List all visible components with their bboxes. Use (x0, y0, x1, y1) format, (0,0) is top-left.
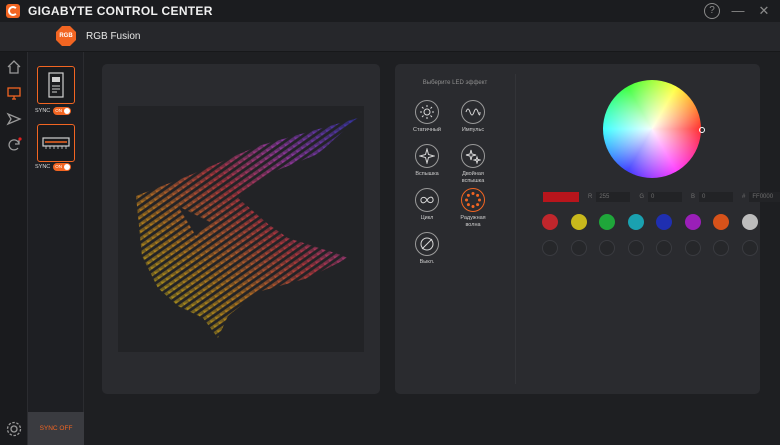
effect-double-flash[interactable]: Двойная вспышка (453, 144, 493, 184)
effects-title: Выберите LED эффект (422, 80, 488, 86)
device-list: SYNC ON SYNC ON (28, 52, 84, 445)
custom-color-slot[interactable] (599, 240, 615, 256)
effect-rainbow-wave[interactable]: Радужная волна (453, 188, 493, 228)
effect-flash[interactable]: Вспышка (407, 144, 447, 178)
preset-color-blue[interactable] (656, 214, 672, 230)
hex-input[interactable]: FF0000 (749, 192, 780, 202)
hex-label: # (742, 194, 746, 200)
minimize-button[interactable]: — (730, 3, 746, 19)
custom-color-slot[interactable] (542, 240, 558, 256)
app-title: GIGABYTE CONTROL CENTER (28, 4, 213, 18)
rainbow-wave-icon (461, 188, 485, 212)
g-input[interactable]: 0 (648, 192, 683, 202)
double-flash-icon (461, 144, 485, 168)
send-icon[interactable] (5, 110, 23, 128)
device-1-sync: SYNC ON (35, 107, 72, 115)
custom-color-slot[interactable] (656, 240, 672, 256)
gigabyte-logo-icon (6, 4, 20, 18)
motherboard-device[interactable] (37, 66, 75, 104)
cycle-icon (415, 188, 439, 212)
left-nav (0, 52, 28, 445)
sync-toggle[interactable]: ON (53, 163, 72, 171)
sync-toggle[interactable]: ON (53, 107, 72, 115)
effect-label: Цикл (420, 215, 434, 221)
current-color-swatch (543, 192, 579, 202)
ram-icon (42, 137, 70, 149)
flash-icon (415, 144, 439, 168)
custom-color-slot[interactable] (741, 240, 758, 256)
aorus-eagle-logo-icon (136, 118, 358, 338)
b-label: B (691, 194, 696, 200)
effect-static[interactable]: Статичный (407, 100, 447, 134)
color-wheel[interactable] (603, 80, 701, 178)
custom-color-slot[interactable] (570, 240, 587, 256)
effect-label: Вспышка (415, 171, 439, 177)
preset-color-green[interactable] (599, 214, 615, 230)
color-wheel-handle[interactable] (699, 127, 705, 133)
effect-cycle[interactable]: Цикл (407, 188, 447, 222)
device-2-sync: SYNC ON (35, 163, 72, 171)
title-bar: GIGABYTE CONTROL CENTER ? — ✕ (0, 0, 780, 22)
rgb-input-row: R 255 G 0 B 0 # FF0000 (543, 192, 780, 202)
preset-colors (542, 214, 758, 230)
preset-color-cyan[interactable] (627, 214, 644, 230)
preview-panel (102, 64, 380, 394)
preset-color-purple[interactable] (684, 214, 701, 230)
rgb-fusion-icon: RGB (56, 26, 76, 46)
preset-color-red[interactable] (542, 214, 558, 230)
module-header: RGB RGB Fusion (0, 22, 780, 52)
effect-label: Радужная волна (460, 215, 486, 228)
help-button[interactable]: ? (704, 3, 720, 19)
divider (515, 74, 516, 384)
ram-device[interactable] (37, 124, 75, 162)
window-controls: ? — ✕ (704, 3, 772, 19)
preview-area (118, 106, 364, 352)
g-label: G (639, 194, 645, 200)
sync-off-button[interactable]: SYNC OFF (28, 412, 84, 445)
close-button[interactable]: ✕ (756, 3, 772, 19)
module-title: RGB Fusion (86, 31, 141, 42)
preset-color-yellow[interactable] (570, 214, 587, 230)
monitor-icon[interactable] (5, 84, 23, 102)
sun-icon (415, 100, 439, 124)
custom-color-slot[interactable] (713, 240, 729, 256)
effect-panel: Выберите LED эффект Статичный Импульс Вс… (395, 64, 780, 394)
settings-icon[interactable] (5, 420, 23, 438)
effect-pulse[interactable]: Импульс (453, 100, 493, 134)
home-icon[interactable] (5, 58, 23, 76)
effect-label: Статичный (413, 127, 441, 133)
effect-label: Двойная вспышка (461, 171, 485, 184)
sync-label: SYNC (35, 164, 51, 170)
preset-color-white[interactable] (741, 214, 758, 230)
custom-color-slot[interactable] (684, 240, 701, 256)
pulse-icon (461, 100, 485, 124)
off-icon (415, 232, 439, 256)
custom-color-slots (542, 240, 758, 256)
effect-label: Импульс (461, 127, 485, 133)
motherboard-icon (48, 72, 64, 98)
effect-off[interactable]: Выкл. (407, 232, 447, 266)
r-input[interactable]: 255 (596, 192, 631, 202)
sync-label: SYNC (35, 108, 51, 114)
custom-color-slot[interactable] (627, 240, 644, 256)
preset-color-orange[interactable] (713, 214, 729, 230)
effect-label: Выкл. (419, 259, 435, 265)
r-label: R (588, 194, 593, 200)
update-icon[interactable] (5, 136, 23, 154)
b-input[interactable]: 0 (699, 192, 734, 202)
